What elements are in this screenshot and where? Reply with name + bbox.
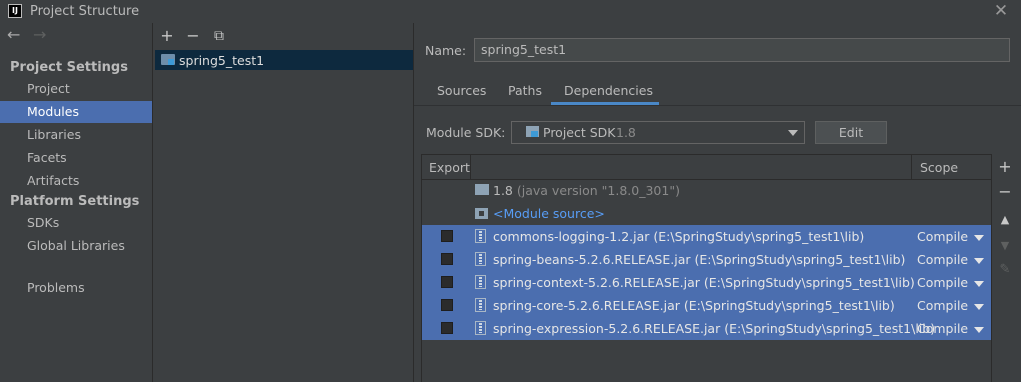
- jar-path: (E:\SpringStudy\spring5_test1\lib): [724, 321, 936, 336]
- scope-dropdown-arrow-icon[interactable]: [974, 258, 984, 264]
- jar-path: (E:\SpringStudy\spring5_test1\lib): [694, 252, 906, 267]
- forward-arrow-icon[interactable]: →: [33, 27, 46, 43]
- module-source-row[interactable]: <Module source>: [493, 206, 605, 221]
- scope-dropdown-arrow-icon[interactable]: [974, 281, 984, 287]
- back-arrow-icon[interactable]: ←: [7, 27, 20, 43]
- export-checkbox[interactable]: [441, 322, 453, 334]
- scope-dropdown-arrow-icon[interactable]: [974, 235, 984, 241]
- scope-value[interactable]: Compile: [917, 298, 968, 313]
- jdk-folder-icon: [475, 184, 489, 195]
- nav-item-modules[interactable]: Modules: [0, 101, 152, 123]
- intellij-app-icon: IJ: [8, 4, 22, 18]
- export-checkbox[interactable]: [441, 230, 453, 242]
- dependency-label: spring-expression-5.2.6.RELEASE.jar (E:\…: [493, 321, 935, 336]
- jdk-dependency-row[interactable]: 1.8 (java version "1.8.0_301"): [493, 183, 680, 198]
- nav-item-problems[interactable]: Problems: [0, 277, 152, 299]
- jar-icon: [475, 229, 486, 243]
- module-tree-label: spring5_test1: [179, 53, 265, 68]
- column-divider: [911, 155, 912, 179]
- remove-dependency-icon[interactable]: −: [996, 184, 1014, 200]
- scope-value[interactable]: Compile: [917, 321, 968, 336]
- nav-item-project[interactable]: Project: [0, 78, 152, 100]
- jar-icon: [475, 275, 486, 289]
- jar-icon: [475, 252, 486, 266]
- tab-paths[interactable]: Paths: [508, 83, 542, 105]
- scope-column-header[interactable]: Scope: [920, 160, 958, 175]
- jar-name: spring-beans-5.2.6.RELEASE.jar: [493, 252, 691, 267]
- move-up-icon[interactable]: ▲: [996, 212, 1014, 228]
- title-bar: [0, 0, 1021, 23]
- nav-item-facets[interactable]: Facets: [0, 147, 152, 169]
- remove-icon[interactable]: −: [185, 28, 201, 44]
- jar-icon: [475, 298, 486, 312]
- nav-item-global-libraries[interactable]: Global Libraries: [0, 235, 152, 257]
- jar-name: commons-logging-1.2.jar: [493, 229, 650, 244]
- module-sdk-label: Module SDK:: [426, 125, 506, 140]
- dependency-label: spring-context-5.2.6.RELEASE.jar (E:\Spr…: [493, 275, 915, 290]
- module-folder-icon: [161, 54, 175, 65]
- jar-name: spring-core-5.2.6.RELEASE.jar: [493, 298, 680, 313]
- scope-value[interactable]: Compile: [917, 275, 968, 290]
- module-source-folder-icon: [475, 208, 488, 219]
- platform-settings-header: Platform Settings: [10, 194, 140, 209]
- nav-item-artifacts[interactable]: Artifacts: [0, 170, 152, 192]
- jar-path: (E:\SpringStudy\spring5_test1\lib): [703, 275, 915, 290]
- table-header: [422, 155, 991, 180]
- scope-dropdown-arrow-icon[interactable]: [974, 327, 984, 333]
- column-divider: [470, 155, 471, 179]
- move-down-icon[interactable]: ▼: [996, 238, 1014, 254]
- active-tab-indicator: [551, 102, 659, 105]
- jar-name: spring-context-5.2.6.RELEASE.jar: [493, 275, 700, 290]
- name-label: Name:: [425, 43, 467, 58]
- window-title: Project Structure: [30, 4, 140, 19]
- module-name-input[interactable]: spring5_test1: [474, 38, 1010, 62]
- close-icon[interactable]: ✕: [992, 1, 1010, 21]
- tab-sources[interactable]: Sources: [437, 83, 486, 105]
- jar-icon: [475, 321, 486, 335]
- jar-path: (E:\SpringStudy\spring5_test1\lib): [653, 229, 865, 244]
- jdk-detail: (java version "1.8.0_301"): [516, 183, 680, 198]
- nav-item-sdks[interactable]: SDKs: [0, 212, 152, 234]
- scope-value[interactable]: Compile: [917, 252, 968, 267]
- dependency-label: commons-logging-1.2.jar (E:\SpringStudy\…: [493, 229, 864, 244]
- export-checkbox[interactable]: [441, 276, 453, 288]
- scope-value[interactable]: Compile: [917, 229, 968, 244]
- project-settings-header: Project Settings: [10, 60, 128, 75]
- modules-panel: [153, 23, 414, 382]
- chevron-down-icon: [788, 130, 798, 136]
- export-column-header[interactable]: Export: [429, 160, 470, 175]
- add-icon[interactable]: +: [159, 28, 175, 44]
- export-checkbox[interactable]: [441, 299, 453, 311]
- edit-sdk-button[interactable]: Edit: [815, 121, 887, 144]
- add-dependency-icon[interactable]: +: [996, 159, 1014, 175]
- jar-path: (E:\SpringStudy\spring5_test1\lib): [683, 298, 895, 313]
- nav-item-libraries[interactable]: Libraries: [0, 124, 152, 146]
- sdk-folder-icon: [526, 126, 539, 137]
- jdk-name: 1.8: [493, 183, 513, 198]
- jar-name: spring-expression-5.2.6.RELEASE.jar: [493, 321, 721, 336]
- copy-icon[interactable]: ⧉: [211, 28, 227, 44]
- scope-dropdown-arrow-icon[interactable]: [974, 304, 984, 310]
- edit-dependency-icon[interactable]: ✎: [996, 262, 1014, 278]
- dependency-label: spring-core-5.2.6.RELEASE.jar (E:\Spring…: [493, 298, 895, 313]
- export-checkbox[interactable]: [441, 253, 453, 265]
- sdk-version: 1.8: [616, 125, 636, 140]
- tabs-divider: [414, 105, 1021, 106]
- dependency-label: spring-beans-5.2.6.RELEASE.jar (E:\Sprin…: [493, 252, 905, 267]
- sdk-name: Project SDK: [543, 125, 616, 140]
